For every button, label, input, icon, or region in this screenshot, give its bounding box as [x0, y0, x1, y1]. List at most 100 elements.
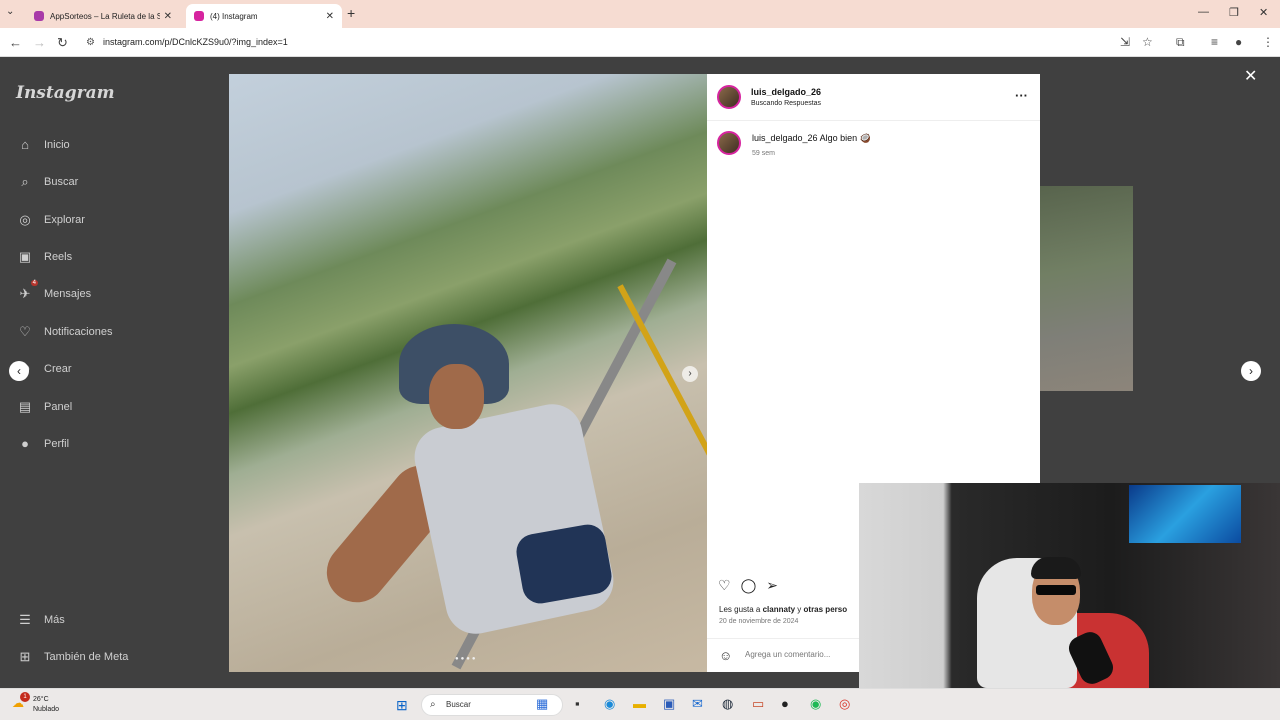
sidebar-item-meta[interactable]: ⊞ También de Meta [16, 649, 129, 665]
home-icon: ⌂ [21, 137, 29, 152]
sidebar-item-label: Inicio [44, 138, 70, 151]
post-caption: luis_delgado_26 Algo bien 🥥 [752, 133, 871, 144]
store-icon[interactable]: ▣ [663, 696, 675, 712]
steam-icon[interactable]: ◍ [722, 696, 733, 712]
media-control-icon[interactable]: ≡ [1211, 35, 1218, 49]
emoji-icon[interactable]: ☺ [719, 648, 732, 663]
sidebar-item-perfil[interactable]: ● Perfil [16, 436, 69, 451]
tab-title: AppSorteos – La Ruleta de la Su [50, 11, 160, 21]
dashboard-icon: ▤ [18, 399, 32, 414]
sidebar-item-label: Notificaciones [44, 326, 113, 338]
edge-icon[interactable]: ◉ [604, 696, 615, 712]
author-username[interactable]: luis_delgado_26 [751, 87, 821, 97]
url-bar[interactable]: ⚙ instagram.com/p/DCnlcKZS9u0/?img_index… [78, 31, 1108, 53]
new-tab-icon[interactable]: + [347, 5, 355, 21]
bookmark-star-icon[interactable]: ☆ [1142, 35, 1153, 49]
restore-icon[interactable]: ❐ [1229, 6, 1239, 19]
sidebar-item-mensajes[interactable]: ✈ 4 Mensajes [16, 280, 92, 302]
author-avatar[interactable] [717, 85, 741, 109]
likes-prefix: Les gusta a [719, 605, 763, 614]
sunglasses-illustration [1036, 585, 1076, 595]
post-image[interactable]: › ●●●● [229, 74, 707, 672]
tab-instagram[interactable]: (4) Instagram ✕ [186, 4, 342, 28]
close-window-icon[interactable]: ✕ [1259, 6, 1268, 19]
sidebar-item-panel[interactable]: ▤ Panel [16, 399, 72, 415]
face-illustration [429, 364, 484, 429]
sidebar-item-label: Explorar [44, 214, 85, 226]
chrome-icon[interactable]: ◎ [839, 696, 850, 712]
forward-icon[interactable]: → [33, 35, 46, 50]
sidebar-item-label: Crear [44, 363, 72, 375]
weather-widget[interactable]: 26°C Nublado [33, 695, 59, 715]
comment-bubble-icon[interactable]: ◯ [741, 577, 757, 594]
instagram-favicon-icon [194, 11, 204, 21]
close-tab-icon[interactable]: ✕ [326, 11, 334, 22]
likes-mid: y [795, 605, 804, 614]
chrome-menu-icon[interactable]: ⋮ [1262, 35, 1274, 49]
tab-appsorteos[interactable]: AppSorteos – La Ruleta de la Su ✕ [26, 4, 180, 28]
file-explorer-icon[interactable]: ▬ [633, 696, 646, 711]
browser-tab-strip: ⌄ AppSorteos – La Ruleta de la Su ✕ (4) … [0, 0, 1280, 28]
weather-temp: 26°C [33, 696, 49, 703]
sidebar-item-reels[interactable]: ▣ Reels [16, 249, 72, 265]
next-post-icon[interactable]: › [1241, 361, 1261, 381]
outlook-icon[interactable]: ✉ [692, 696, 703, 712]
sidebar-item-notificaciones[interactable]: ♡ Notificaciones [16, 324, 112, 340]
webcam-overlay [859, 483, 1280, 720]
likes-user[interactable]: clannaty [763, 605, 795, 614]
likes-others[interactable]: otras perso [804, 605, 848, 614]
photos-app-icon[interactable]: ▭ [752, 696, 764, 712]
comment-input[interactable]: Agrega un comentario... [745, 650, 830, 659]
more-options-icon[interactable]: ··· [1015, 88, 1028, 103]
tab-search-chevron-icon[interactable]: ⌄ [6, 6, 14, 17]
messages-badge: 4 [30, 280, 38, 286]
extensions-icon[interactable]: ⧉ [1176, 35, 1185, 50]
sidebar: Instagram ⌂ Inicio ⌕ Buscar ◎ Explorar ▣ Ree… [0, 57, 220, 688]
close-modal-icon[interactable]: ✕ [1244, 66, 1257, 86]
widgets-icon[interactable]: ▦ [536, 696, 548, 712]
task-view-icon[interactable]: ▪ [575, 696, 580, 711]
app-icon[interactable]: ● [781, 696, 789, 711]
sidebar-item-explorar[interactable]: ◎ Explorar [16, 212, 85, 228]
tv-screen-illustration [1129, 485, 1241, 543]
sidebar-item-label: Panel [44, 401, 73, 413]
install-app-icon[interactable]: ⇲ [1120, 35, 1130, 49]
sidebar-item-label: Más [44, 614, 65, 626]
search-icon: ⌕ [21, 174, 29, 189]
search-icon: ⌕ [430, 699, 436, 710]
compass-icon: ◎ [19, 212, 31, 227]
post-location[interactable]: Buscando Respuestas [751, 100, 821, 107]
reload-icon[interactable]: ↻ [57, 35, 68, 51]
person-body-illustration [409, 398, 619, 640]
windows-start-icon[interactable]: ⊞ [396, 697, 408, 714]
close-tab-icon[interactable]: ✕ [164, 11, 172, 22]
meta-icon: ⊞ [19, 649, 31, 664]
instagram-logo[interactable]: Instagram [16, 83, 115, 103]
sidebar-item-inicio[interactable]: ⌂ Inicio [16, 137, 70, 152]
previous-post-icon[interactable]: ‹ [9, 361, 29, 381]
site-info-icon[interactable]: ⚙ [86, 37, 95, 48]
caption-username[interactable]: luis_delgado_26 [752, 133, 818, 143]
back-icon[interactable]: ← [9, 35, 22, 50]
carousel-dots: ●●●● [455, 656, 478, 662]
messenger-icon: ✈ 4 [19, 280, 38, 301]
streamer-hair-illustration [1031, 557, 1081, 579]
sidebar-item-label: Mensajes [44, 288, 92, 300]
minimize-icon[interactable]: — [1198, 6, 1209, 18]
weather-desc: Nublado [33, 706, 60, 713]
caption-avatar[interactable] [717, 131, 741, 155]
spotify-icon[interactable]: ◉ [810, 696, 821, 712]
next-post-preview[interactable] [1040, 186, 1133, 391]
like-heart-icon[interactable]: ♡ [718, 577, 731, 594]
taskbar: ☁ 1 26°C Nublado ⊞ ⌕ Buscar ▦ ▪ ◉ ▬ ▣ ✉ … [0, 688, 1280, 720]
avatar-icon: ● [21, 436, 29, 451]
profile-avatar-icon[interactable]: ● [1235, 35, 1242, 49]
tab-title: (4) Instagram [210, 11, 258, 21]
share-send-icon[interactable]: ➢ [766, 577, 778, 594]
sidebar-item-mas[interactable]: ☰ Más [16, 612, 65, 628]
sidebar-item-buscar[interactable]: ⌕ Buscar [16, 174, 78, 190]
caption-time[interactable]: 59 sem [752, 150, 775, 157]
caption-text: Algo bien 🥥 [819, 133, 871, 143]
carousel-next-icon[interactable]: › [682, 366, 698, 382]
sidebar-item-label: Buscar [44, 176, 79, 188]
